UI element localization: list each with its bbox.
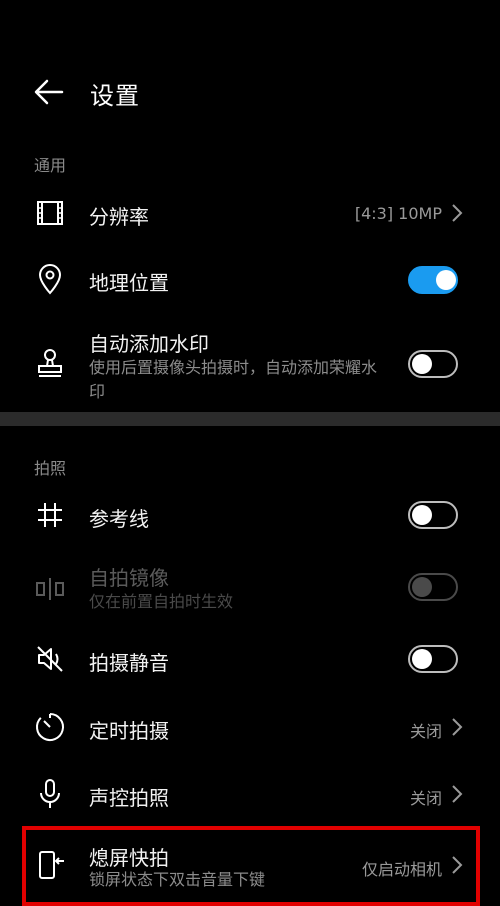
timer-value: 关闭 <box>409 722 442 741</box>
row-timer[interactable]: 定时拍摄 关闭 <box>0 702 500 752</box>
row-gridline[interactable]: 参考线 <box>0 490 500 540</box>
gridline-toggle[interactable] <box>408 501 458 529</box>
row-voice[interactable]: 声控拍照 关闭 <box>0 769 500 819</box>
mute-toggle[interactable] <box>408 645 458 673</box>
row-title-location: 地理位置 <box>89 271 169 295</box>
section-title-general: 通用 <box>34 156 67 175</box>
row-subtitle-mirror: 仅在前置自拍时生效 <box>89 592 234 611</box>
mirror-icon <box>36 578 64 600</box>
stamp-icon <box>38 349 62 377</box>
section-divider <box>0 412 500 426</box>
row-subtitle-watermark: 使用后置摄像头拍摄时，自动添加荣耀水印 <box>89 358 378 401</box>
row-title-mute: 拍摄静音 <box>89 651 169 675</box>
row-title-watermark: 自动添加水印 <box>89 332 209 356</box>
row-title-mirror: 自拍镜像 <box>89 566 169 590</box>
location-toggle[interactable] <box>408 266 458 294</box>
row-title-resolution: 分辨率 <box>89 205 149 229</box>
row-location[interactable]: 地理位置 <box>0 256 500 306</box>
chevron-right-icon <box>452 204 463 222</box>
mirror-toggle[interactable] <box>408 573 458 601</box>
row-title-voice: 声控拍照 <box>89 786 169 810</box>
section-title-photo: 拍照 <box>34 459 67 478</box>
chevron-right-icon <box>452 718 463 736</box>
row-title-timer: 定时拍摄 <box>89 719 169 743</box>
back-button[interactable] <box>30 72 70 112</box>
grid-icon <box>38 503 62 527</box>
voice-value: 关闭 <box>409 789 442 808</box>
row-watermark[interactable]: 自动添加水印 使用后置摄像头拍摄时，自动添加荣耀水印 <box>0 326 500 406</box>
microphone-icon <box>40 779 60 808</box>
row-resolution[interactable]: 分辨率 [4:3] 10MP <box>0 188 500 238</box>
timer-icon <box>36 713 64 741</box>
watermark-toggle[interactable] <box>408 350 458 378</box>
chevron-right-icon <box>452 785 463 803</box>
location-pin-icon <box>38 264 62 295</box>
mute-icon <box>37 646 63 672</box>
highlight-box <box>22 826 480 906</box>
row-mirror[interactable]: 自拍镜像 仅在前置自拍时生效 <box>0 560 500 620</box>
film-icon <box>37 201 63 225</box>
row-title-gridline: 参考线 <box>89 507 149 531</box>
resolution-value: [4:3] 10MP <box>354 204 442 223</box>
row-mute[interactable]: 拍摄静音 <box>0 634 500 684</box>
back-arrow-icon <box>34 79 64 105</box>
page-title: 设置 <box>90 82 140 110</box>
